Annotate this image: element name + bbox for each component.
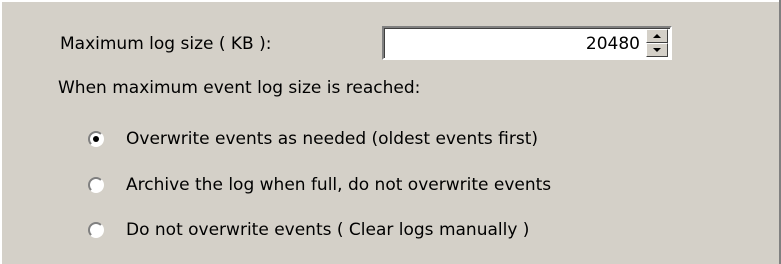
max-log-size-label: Maximum log size ( KB ): [60, 34, 272, 54]
do-not-overwrite-radio[interactable] [88, 222, 104, 238]
overwrite-as-needed-option[interactable]: Overwrite events as needed (oldest event… [88, 126, 538, 152]
triangle-down-icon [653, 48, 661, 52]
archive-log-label: Archive the log when full, do not overwr… [126, 175, 552, 195]
archive-log-option[interactable]: Archive the log when full, do not overwr… [88, 172, 551, 198]
do-not-overwrite-label: Do not overwrite events ( Clear logs man… [126, 220, 530, 240]
triangle-up-icon [653, 34, 661, 38]
event-log-settings-panel: Maximum log size ( KB ): 20480 When maxi… [0, 0, 781, 264]
max-log-size-spinbox[interactable]: 20480 [382, 26, 672, 60]
selected-radio-dot [93, 136, 99, 142]
when-maximum-reached-label: When maximum event log size is reached: [58, 78, 421, 98]
decrement-button[interactable] [646, 43, 668, 57]
panel-top-border [0, 0, 781, 2]
overwrite-as-needed-radio[interactable] [88, 131, 104, 147]
archive-log-radio[interactable] [88, 177, 104, 193]
max-log-size-value[interactable]: 20480 [586, 33, 640, 55]
panel-left-border [0, 0, 2, 264]
spinbox-buttons [646, 29, 668, 57]
overwrite-as-needed-label: Overwrite events as needed (oldest event… [126, 129, 538, 149]
do-not-overwrite-option[interactable]: Do not overwrite events ( Clear logs man… [88, 217, 529, 243]
increment-button[interactable] [646, 29, 668, 43]
